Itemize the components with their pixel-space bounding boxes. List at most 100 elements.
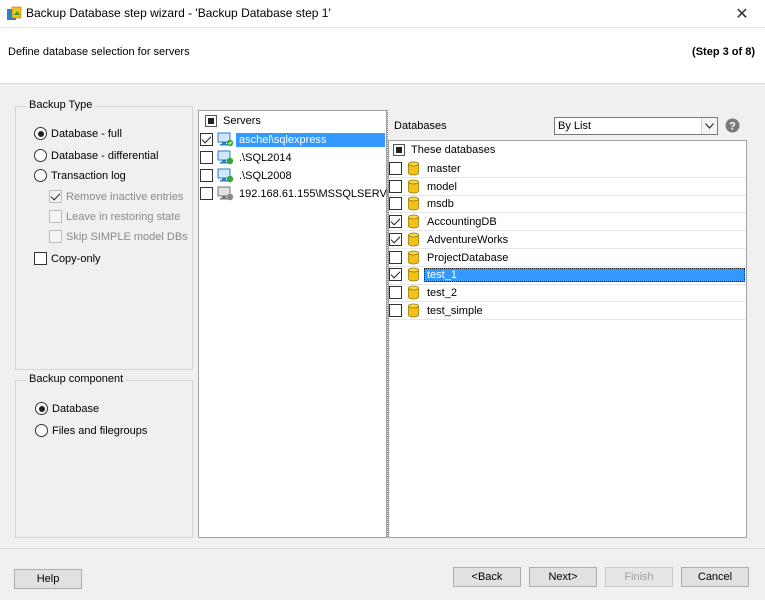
database-row[interactable]: test_simple [389,302,486,319]
database-icon [408,285,419,300]
server-checkbox[interactable] [200,151,213,164]
server-row[interactable]: .\SQL2008 [200,167,295,184]
checkbox-label: Skip SIMPLE model DBs [66,230,188,243]
check-leave-in-restoring-state[interactable]: Leave in restoring state [49,210,180,223]
backup-type-legend: Backup Type [26,99,96,111]
radio-label: Database - full [51,127,122,140]
checkbox-indicator[interactable] [49,230,62,243]
next-button[interactable]: Next> [529,567,597,587]
close-icon: ✕ [735,6,749,23]
server-checkbox[interactable] [200,187,213,200]
server-checkbox[interactable] [200,169,213,182]
database-row[interactable]: model [389,178,460,195]
server-icon [217,168,234,183]
database-name: test_simple [427,304,483,317]
finish-button[interactable]: Finish [605,567,673,587]
checkbox-indicator[interactable] [49,190,62,203]
database-name: AdventureWorks [427,233,509,246]
checkbox-label: Remove inactive entries [66,190,184,203]
radio-files-and-filegroups[interactable]: Files and filegroups [35,424,147,437]
database-icon [408,179,419,194]
server-row[interactable]: aschel\sqlexpress [200,131,385,148]
wizard-header: Define database selection for servers (S… [0,28,765,84]
back-button[interactable]: <Back [453,567,521,587]
server-row[interactable]: 192.168.61.155\MSSQLSERVER [200,185,405,202]
radio-database-full[interactable]: Database - full [34,127,122,140]
database-mode-select[interactable]: By List [554,117,718,135]
help-icon[interactable]: ? [725,118,740,133]
step-description: Define database selection for servers [8,46,190,58]
database-checkbox[interactable] [389,162,402,175]
server-name: .\SQL2014 [239,151,292,164]
database-icon [408,196,419,211]
database-name: master [427,162,461,175]
database-mode-value: By List [558,120,592,132]
database-row[interactable]: msdb [389,195,457,212]
database-icon [408,161,419,176]
database-icon [408,232,419,247]
cancel-button[interactable]: Cancel [681,567,749,587]
database-checkbox[interactable] [389,286,402,299]
radio-label: Files and filegroups [52,424,148,437]
server-name: 192.168.61.155\MSSQLSERVER [239,187,403,200]
server-icon [217,150,234,165]
database-checkbox[interactable] [389,197,402,210]
servers-header: Servers [205,115,261,127]
database-row[interactable]: test_2 [389,284,460,301]
server-row[interactable]: .\SQL2014 [200,149,295,166]
title-bar: Backup Database step wizard - 'Backup Da… [0,0,765,28]
database-checkbox[interactable] [389,251,402,264]
database-row[interactable]: AccountingDB [389,213,500,230]
server-checkbox[interactable] [200,133,213,146]
check-copy-only[interactable]: Copy-only [34,252,101,265]
help-button[interactable]: Help [14,569,82,589]
databases-label: Databases [394,120,447,132]
checkbox-indicator[interactable] [34,252,47,265]
check-remove-inactive-entries[interactable]: Remove inactive entries [49,190,183,203]
databases-list-header: These databases [393,144,495,156]
radio-label: Database [52,402,100,415]
server-name: aschel\sqlexpress [236,132,385,147]
database-name: test_1 [424,267,745,282]
radio-indicator[interactable] [34,169,47,182]
radio-label: Database - differential [51,149,159,162]
wizard-window: Backup Database step wizard - 'Backup Da… [0,0,765,600]
database-name: msdb [427,197,454,210]
row-separator [389,319,746,320]
database-name: test_2 [427,286,457,299]
database-checkbox[interactable] [389,233,402,246]
database-checkbox[interactable] [389,215,402,228]
checkbox-label: Copy-only [51,252,101,265]
radio-indicator[interactable] [34,127,47,140]
database-name: ProjectDatabase [427,251,509,264]
database-row[interactable]: ProjectDatabase [389,249,511,266]
close-button[interactable]: ✕ [719,0,765,28]
radio-component-database[interactable]: Database [35,402,99,415]
database-icon [408,303,419,318]
database-name: model [427,180,457,193]
radio-indicator[interactable] [35,402,48,415]
window-title: Backup Database step wizard - 'Backup Da… [26,6,331,20]
footer-separator [0,548,765,549]
radio-transaction-log[interactable]: Transaction log [34,169,126,182]
database-checkbox[interactable] [389,180,402,193]
radio-indicator[interactable] [34,149,47,162]
database-row[interactable]: master [389,160,464,177]
server-disconnected-icon [217,186,234,201]
radio-indicator[interactable] [35,424,48,437]
servers-select-all-box[interactable] [205,115,217,127]
database-checkbox[interactable] [389,304,402,317]
checkbox-indicator[interactable] [49,210,62,223]
chevron-down-icon[interactable] [701,118,717,134]
database-checkbox[interactable] [389,268,402,281]
database-icon [408,267,419,282]
servers-header-label: Servers [223,115,261,127]
step-indicator: (Step 3 of 8) [692,46,755,58]
databases-list-header-label: These databases [411,144,496,156]
database-name: AccountingDB [427,215,497,228]
database-row[interactable]: test_1 [389,266,745,283]
databases-select-all-box[interactable] [393,144,405,156]
database-row[interactable]: AdventureWorks [389,231,511,248]
check-skip-simple-model-dbs[interactable]: Skip SIMPLE model DBs [49,230,188,243]
radio-database-differential[interactable]: Database - differential [34,149,158,162]
